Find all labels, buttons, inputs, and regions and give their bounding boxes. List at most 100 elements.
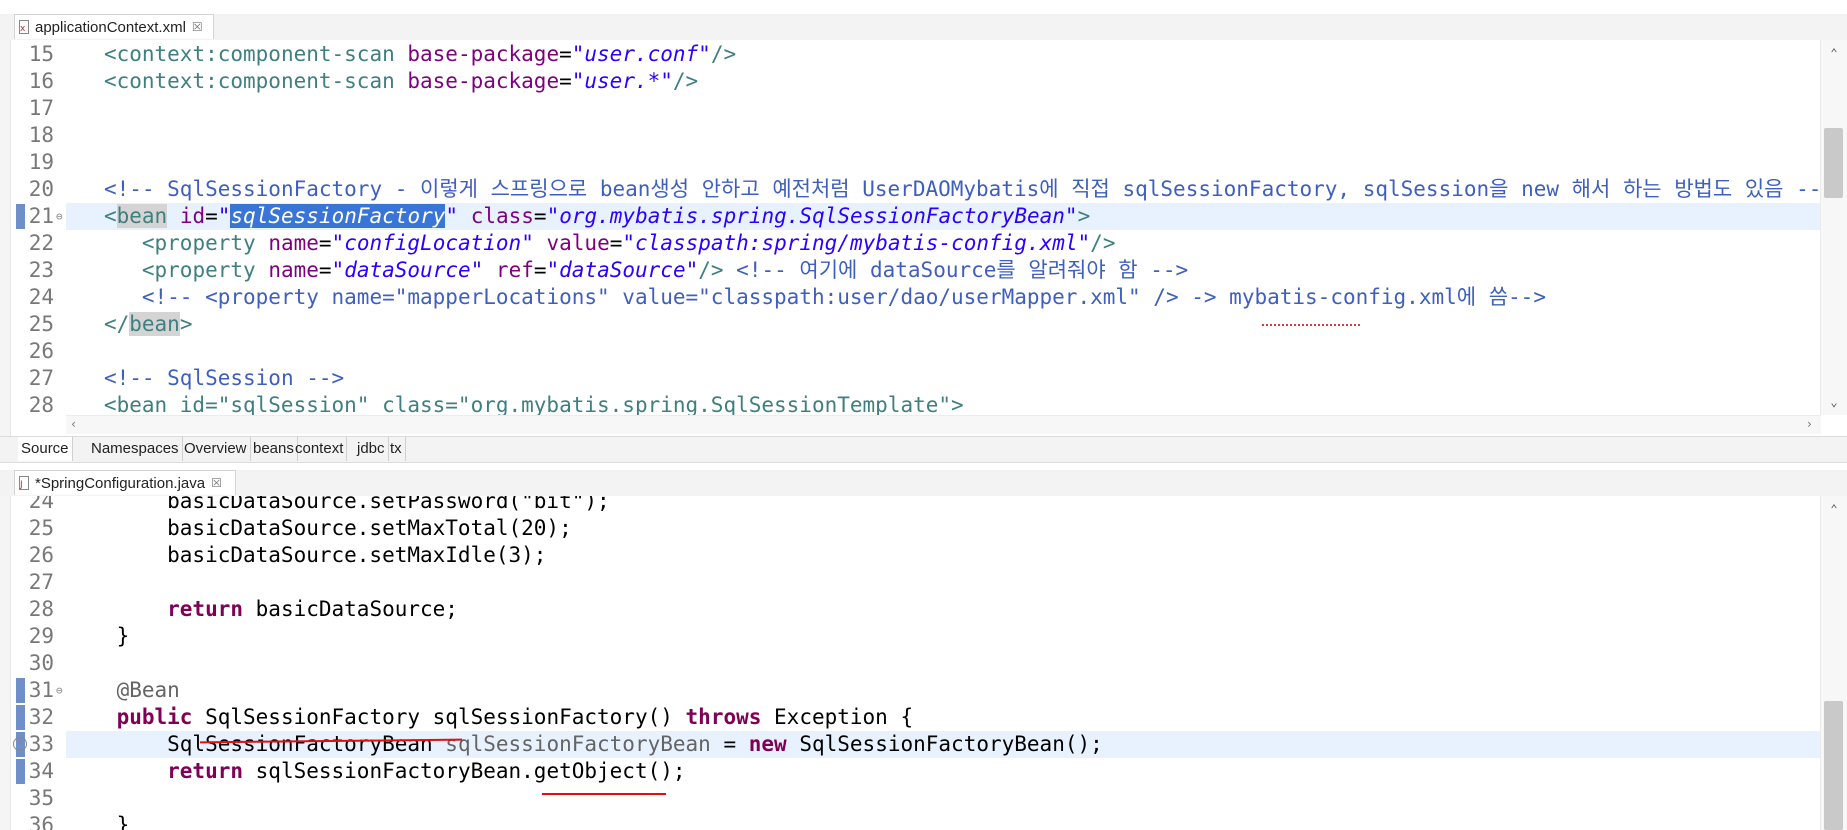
scroll-right-icon[interactable]: › — [1806, 417, 1813, 431]
bottom-editor[interactable]: 24 basicDataSource.setPassword("bit"); 25… — [0, 496, 1847, 830]
code-token: = — [609, 231, 623, 255]
scroll-thumb[interactable] — [1824, 701, 1843, 830]
code-token: SqlSessionFactoryBean — [66, 732, 446, 756]
code-token: throws — [685, 705, 762, 729]
code-token: basicDataSource.setMaxTotal(20); — [66, 516, 572, 540]
tab-jdbc[interactable]: jdbc — [354, 437, 389, 461]
fold-toggle-icon[interactable]: ⊖ — [56, 677, 63, 704]
line-number: 34 — [28, 759, 54, 783]
line-text: public SqlSessionFactory sqlSessionFacto… — [66, 704, 1820, 731]
line-number: 25 — [28, 516, 54, 540]
line-text: <!-- SqlSessionFactory - 이렇게 스프링으로 bean생… — [66, 176, 1834, 203]
line-number: 24 — [28, 285, 54, 309]
tab-beans[interactable]: beans — [250, 437, 298, 461]
code-token: = — [533, 258, 547, 282]
code-line: 32 public SqlSessionFactory sqlSessionFa… — [0, 704, 1820, 731]
code-token: base-package — [407, 42, 560, 66]
code-token: <!-- 여기에 dataSource를 알려줘야 함 --> — [736, 258, 1189, 282]
fold-toggle-icon[interactable]: ⊖ — [56, 203, 63, 230]
line-number: 22 — [28, 231, 54, 255]
line-text: } — [66, 812, 1820, 830]
line-text: <!-- <property name="mapperLocations" va… — [66, 284, 1820, 311]
tab-spring-configuration[interactable]: J *SpringConfiguration.java ☒ — [14, 470, 236, 495]
code-line: 34 return sqlSessionFactoryBean.getObjec… — [0, 758, 1820, 785]
xml-file-icon: x — [19, 20, 31, 34]
top-horizontal-scrollbar[interactable]: ‹ › — [66, 415, 1821, 434]
code-line: 28 return basicDataSource; — [0, 596, 1820, 623]
line-text: <property name="dataSource" ref="dataSou… — [66, 257, 1820, 284]
line-text: basicDataSource.setPassword("bit"); — [66, 496, 1820, 515]
code-token: } — [66, 624, 130, 648]
tab-namespaces[interactable]: Namespaces — [88, 437, 183, 461]
code-token: SqlSessionFactory sqlSessionFactory() — [192, 705, 686, 729]
code-token: public — [66, 705, 193, 729]
code-token: sqlSessionFactory — [230, 204, 446, 228]
line-number: 23 — [28, 258, 54, 282]
line-number: 32 — [28, 705, 54, 729]
tab-application-context[interactable]: x applicationContext.xml ☒ — [14, 14, 214, 39]
line-text: <!-- SqlSession --> — [66, 365, 1820, 392]
scroll-up-icon[interactable]: ⌃ — [1821, 46, 1847, 60]
line-text: SqlSessionFactoryBean sqlSessionFactoryB… — [66, 731, 1820, 758]
bottom-vertical-scrollbar[interactable]: ⌃ — [1820, 496, 1847, 830]
code-line: 27 <!-- SqlSession --> — [0, 365, 1820, 392]
code-line: 25 basicDataSource.setMaxTotal(20); — [0, 515, 1820, 542]
code-token: /> — [672, 69, 699, 93]
line-number: 28 — [28, 393, 54, 417]
top-vertical-scrollbar[interactable]: ⌃ ⌄ — [1820, 40, 1847, 415]
code-token: Exception { — [761, 705, 914, 729]
code-token: @Bean — [66, 678, 180, 702]
close-icon[interactable]: ☒ — [211, 476, 222, 490]
code-line: 17 — [0, 95, 1820, 122]
line-text: return basicDataSource; — [66, 596, 1820, 623]
code-line: 24 <!-- <property name="mapperLocations"… — [0, 284, 1820, 311]
tab-tx[interactable]: tx — [387, 437, 406, 461]
code-token: id — [179, 204, 206, 228]
code-token: <!-- <property name="mapperLocations" va… — [103, 285, 1546, 309]
code-token: basicDataSource.setPassword("bit"); — [66, 496, 610, 513]
code-token: return — [66, 759, 244, 783]
line-text — [66, 122, 1820, 149]
line-text: <context:component-scan base-package="us… — [66, 68, 1820, 95]
tab-source[interactable]: Source — [18, 437, 73, 461]
scroll-thumb[interactable] — [1824, 128, 1843, 198]
code-token: "dataSource" — [331, 258, 484, 282]
line-number: 25 — [28, 312, 54, 336]
line-number: 26 — [28, 339, 54, 363]
line-number: 35 — [28, 786, 54, 810]
code-token: sqlSessionFactoryBean — [445, 732, 711, 756]
code-token: ref — [495, 258, 534, 282]
top-editor[interactable]: 14 <tx:annotation-driven transaction-man… — [0, 40, 1847, 436]
code-token: <context:component-scan — [103, 69, 408, 93]
svg-text:J: J — [19, 480, 23, 490]
code-token: = — [318, 231, 332, 255]
scroll-up-icon[interactable]: ⌃ — [1821, 502, 1847, 516]
code-token: <property — [103, 258, 269, 282]
code-token: <!-- SqlSessionFactory - 이렇게 스프링으로 bean생… — [103, 177, 1835, 201]
scroll-left-icon[interactable]: ‹ — [70, 417, 77, 431]
error-underline — [542, 793, 666, 795]
spell-squiggle — [1262, 321, 1360, 326]
tab-overview[interactable]: Overview — [181, 437, 251, 461]
code-line: 15 <context:component-scan base-package=… — [0, 41, 1820, 68]
line-number: 16 — [28, 69, 54, 93]
code-line: 18 — [0, 122, 1820, 149]
line-number: 29 — [28, 624, 54, 648]
code-token: = — [205, 204, 218, 228]
code-token: basicDataSource; — [243, 597, 458, 621]
code-line: 29 } — [0, 623, 1820, 650]
code-token: "dataSource" — [546, 258, 699, 282]
close-icon[interactable]: ☒ — [192, 20, 203, 34]
code-line-partial: 36 } — [0, 812, 1820, 830]
editor-mode-tabs: Source Namespaces Overview beans context jdbc… — [0, 436, 1847, 463]
line-number: 31 — [28, 678, 54, 702]
code-token: </ — [103, 312, 130, 336]
code-token: = — [559, 42, 572, 66]
tab-context[interactable]: context — [292, 437, 348, 461]
code-line-partial: 24 basicDataSource.setPassword("bit"); — [0, 496, 1820, 515]
line-number: 36 — [28, 813, 54, 830]
scroll-down-icon[interactable]: ⌄ — [1821, 395, 1847, 409]
line-number: 15 — [28, 42, 54, 66]
